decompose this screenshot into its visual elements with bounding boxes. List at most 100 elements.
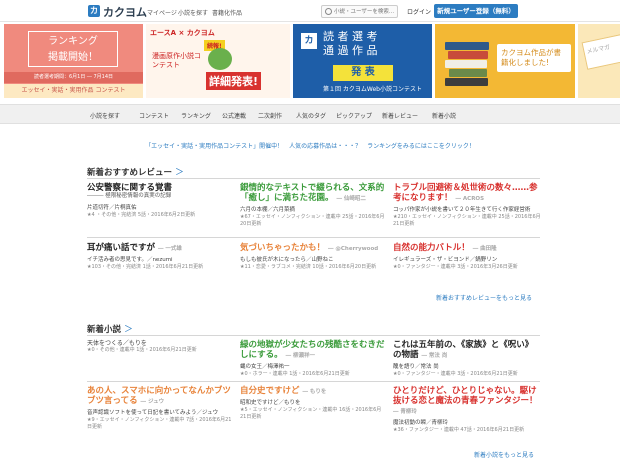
- contest-notice-link[interactable]: 「エッセイ・実話・実用作品コンテスト」開催中！ 人気の応募作品は・・・？ ランキ…: [0, 141, 620, 150]
- divider: [87, 381, 540, 382]
- cat-contest[interactable]: コンテスト: [139, 111, 169, 120]
- kakuyomu-mark-icon: カ: [301, 33, 317, 49]
- character-illustration: [208, 48, 232, 70]
- nav-find-novels[interactable]: 小説を探す: [178, 8, 208, 17]
- search-input[interactable]: [334, 7, 396, 16]
- novel-card[interactable]: あの人、スマホに向かってなんかブツブツ言ってる ― ジュウ 音声認識ソフトを使っ…: [87, 386, 233, 431]
- review-card[interactable]: 公安警察に関する覚書 ――― 極限秘密情報の真実の記録 片道切符／片桐真佑 ★4…: [87, 183, 233, 219]
- card-author[interactable]: 音声認識ソフトを使って日記を書いてみよう／ジュウ: [87, 410, 233, 417]
- novel-card[interactable]: これは五年前の、《家族》と《呪い》の物語 ― 常法 尚 醜を語り／常法 尚 ★0…: [393, 340, 541, 378]
- banner-manga-title: 漫画原作小説コンテスト: [152, 52, 201, 69]
- card-meta: ★4 ・その他・完結済 5話・2016年6月2日更新: [87, 212, 196, 218]
- card-author[interactable]: 魔法初動の瞬／青柳玲: [393, 420, 541, 427]
- login-link[interactable]: ログイン: [407, 7, 431, 16]
- review-card[interactable]: 耳が痛い話ですが ― 一式雄 イチ活み者の思見です。／nezumi ★103・そ…: [87, 243, 233, 271]
- banner-ranking[interactable]: ランキング 掲載開始！ 読者選考期間：6月1日 ― 7月14日 エッセイ・実話・…: [4, 24, 143, 98]
- card-title[interactable]: 公安警察に関する覚書: [87, 183, 233, 193]
- divider: [87, 178, 540, 179]
- review-card[interactable]: 銀情的なテキストで綴られる、文系的「癒し」に満ちた花園。 ― 仙崎昭二 六月の本…: [240, 183, 386, 228]
- nav-published-works[interactable]: 書籍化作品: [212, 8, 242, 17]
- search-box[interactable]: [321, 5, 398, 18]
- banner-selection-title-1: 読 者 選 考: [323, 30, 378, 43]
- novels-section-title[interactable]: 新着小説＞: [87, 322, 133, 335]
- cat-official-series[interactable]: 公式連載: [222, 111, 246, 120]
- banner-published-text: カクヨム作品が書籍化しました!: [497, 44, 571, 72]
- card-meta: ★0・ファンタジー・連載中 3話・2016年3月26日更新: [393, 264, 518, 270]
- card-meta: ★0・その他・連載中 1話・2016年6月21日更新: [87, 347, 197, 353]
- card-title[interactable]: 耳が痛い話ですが ― 一式雄: [87, 243, 233, 254]
- card-author[interactable]: コッパ作家が小説を書いて２０年生きて行く作家経営術: [393, 207, 541, 214]
- banner-newsletter[interactable]: メルマガ: [578, 24, 620, 98]
- card-meta: ★36・ファンタジー・連載中 47話・2016年6月21日更新: [393, 427, 525, 433]
- card-title[interactable]: 天体をつくる／もりを: [87, 340, 233, 347]
- card-meta: ★103・その他・完結済 1話・2016年6月21日更新: [87, 264, 204, 270]
- card-author[interactable]: 蝿の女王／梅澤祐一: [240, 364, 386, 371]
- card-author[interactable]: もしも彼氏が木になったら／山野ねこ: [240, 257, 386, 264]
- card-title[interactable]: トラブル回避術＆処世術の数々……参考になります！ ― ACROS: [393, 183, 541, 204]
- novel-card[interactable]: 天体をつくる／もりを ★0・その他・連載中 1話・2016年6月21日更新: [87, 340, 233, 354]
- cat-fan-fiction[interactable]: 二次創作: [258, 111, 282, 120]
- banner-ranking-line2: 掲載開始！: [48, 52, 98, 63]
- divider: [87, 335, 540, 336]
- cat-find-novels[interactable]: 小説を探す: [90, 111, 120, 120]
- novel-card[interactable]: ひとりだけど、ひとりじゃない。駆け抜ける恋と魔法の青春ファンタジー！ ― 青柳玲…: [393, 386, 541, 434]
- review-card[interactable]: 自然の能力バトル！ ― 曲田隆 イレギュラーズ・ザ・ビヨンド／鍋野リン ★0・フ…: [393, 243, 541, 271]
- card-title[interactable]: 緑の地獄が少女たちの残酷さをむきだしにする。 ― 柳瀬祥一: [240, 340, 386, 361]
- banner-selection-sub: 第１回 カクヨムWeb小説コンテスト: [323, 86, 422, 93]
- card-title[interactable]: 自然の能力バトル！ ― 曲田隆: [393, 243, 541, 254]
- banner-manga-big: 詳細発表!: [206, 72, 262, 90]
- banner-selection-title-2: 通 過 作 品: [323, 44, 378, 57]
- card-title-text: 耳が痛い話ですが: [87, 243, 156, 253]
- card-title[interactable]: 気づいちゃったかも！ ― @Cherrywood: [240, 243, 386, 254]
- cat-new-novels[interactable]: 新着小説: [432, 111, 456, 120]
- reviews-more-link[interactable]: 新着おすすめレビューをもっと見る: [436, 293, 532, 302]
- card-title[interactable]: あの人、スマホに向かってなんかブツブツ言ってる ― ジュウ: [87, 386, 233, 407]
- cat-pickup[interactable]: ピックアップ: [336, 111, 372, 120]
- cat-popular-tags[interactable]: 人気のタグ: [296, 111, 326, 120]
- novels-title: 新着小説: [87, 325, 122, 335]
- nav-mypage[interactable]: マイページ: [147, 8, 177, 17]
- card-title[interactable]: これは五年前の、《家族》と《呪い》の物語 ― 常法 尚: [393, 340, 541, 361]
- chevron-right-icon: ＞: [175, 168, 185, 178]
- banner-selection-results[interactable]: カ 読 者 選 考 通 過 作 品 発 表 第１回 カクヨムWeb小説コンテスト: [293, 24, 432, 98]
- novel-card[interactable]: 緑の地獄が少女たちの残酷さをむきだしにする。 ― 柳瀬祥一 蝿の女王／梅澤祐一 …: [240, 340, 386, 378]
- novel-card[interactable]: 自分史ですけど ― もりを 昭和史ですけど／もりを ★5・エッセイ・ノンフィクシ…: [240, 386, 386, 421]
- card-title[interactable]: 自分史ですけど ― もりを: [240, 386, 386, 397]
- review-card[interactable]: 気づいちゃったかも！ ― @Cherrywood もしも彼氏が木になったら／山野…: [240, 243, 386, 271]
- card-author-tag: ― 常法 尚: [421, 353, 448, 359]
- card-title-text: ひとりだけど、ひとりじゃない。駆け抜ける恋と魔法の青春ファンタジー！: [393, 386, 538, 406]
- banner-manga-contest[interactable]: エースA × カクヨム 続報! 漫画原作小説コンテスト 詳細発表!: [146, 24, 290, 98]
- cat-new-reviews[interactable]: 新着レビュー: [382, 111, 418, 120]
- novels-more-link[interactable]: 新着小説をもっと見る: [474, 450, 534, 459]
- reviews-section-title[interactable]: 新着おすすめレビュー＞: [87, 165, 184, 178]
- card-meta: ★0・ファンタジー・連載中 3話・2016年6月21日更新: [393, 371, 518, 377]
- card-title-text: これは五年前の、《家族》と《呪い》の物語: [393, 340, 534, 360]
- card-author-tag: ― もりを: [302, 389, 327, 395]
- card-title-text: 気づいちゃったかも！: [240, 243, 326, 253]
- card-reviewer: ― @Cherrywood: [327, 246, 379, 252]
- card-author[interactable]: イチ活み者の思見です。／nezumi: [87, 257, 233, 264]
- search-icon[interactable]: [325, 8, 332, 15]
- envelope-icon: メルマガ: [581, 34, 620, 70]
- banner-ranking-line1: ランキング: [48, 36, 98, 47]
- card-reviewer: ― 曲田隆: [472, 246, 497, 252]
- banner-published[interactable]: カクヨム作品が書籍化しました!: [435, 24, 575, 98]
- review-card[interactable]: トラブル回避術＆処世術の数々……参考になります！ ― ACROS コッパ作家が小…: [393, 183, 541, 228]
- banner-ranking-box: ランキング 掲載開始！: [28, 31, 118, 67]
- logo-text[interactable]: カクヨム: [103, 4, 147, 20]
- card-author[interactable]: 片道切符／片桐真佑: [87, 205, 233, 212]
- cat-ranking[interactable]: ランキング: [181, 111, 211, 120]
- reviews-title: 新着おすすめレビュー: [87, 168, 173, 178]
- card-title[interactable]: ひとりだけど、ひとりじゃない。駆け抜ける恋と魔法の青春ファンタジー！ ― 青柳玲: [393, 386, 541, 417]
- card-sub: ――― 極限秘密情報の真実の記録: [87, 193, 172, 199]
- books-icon: [445, 42, 491, 88]
- card-author[interactable]: 醜を語り／常法 尚: [393, 364, 541, 371]
- card-meta: ★9・エッセイ・ノンフィクション・連載中 7話・2016年6月21日更新: [87, 417, 232, 430]
- card-author[interactable]: 昭和史ですけど／もりを: [240, 400, 386, 407]
- card-reviewer: ― 一式雄: [157, 246, 182, 252]
- card-title[interactable]: 銀情的なテキストで綴られる、文系的「癒し」に満ちた花園。 ― 仙崎昭二: [240, 183, 386, 204]
- signup-button[interactable]: 新規ユーザー登録（無料）: [434, 4, 518, 18]
- card-author[interactable]: 六月の本棚／六月菜摘: [240, 207, 386, 214]
- card-author[interactable]: イレギュラーズ・ザ・ビヨンド／鍋野リン: [393, 257, 541, 264]
- logo-icon[interactable]: カ: [88, 5, 100, 17]
